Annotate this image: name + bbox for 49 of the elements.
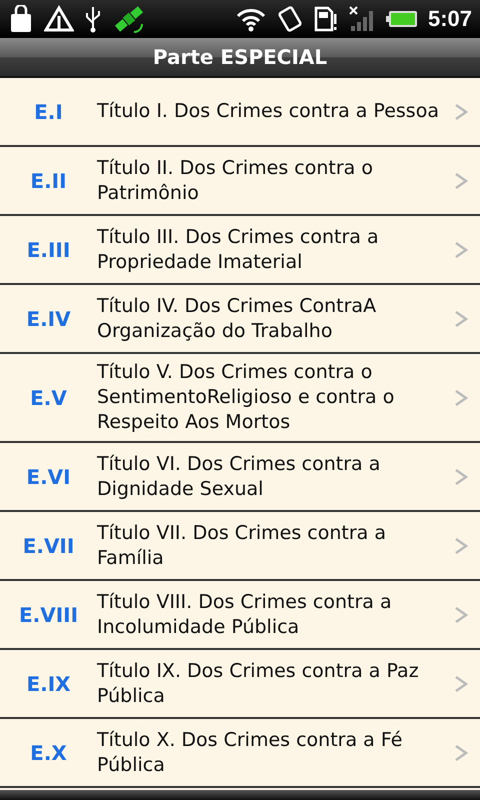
item-title: Título X. Dos Crimes contra a Fé Pública bbox=[97, 728, 404, 778]
clock-time: 5:07 bbox=[428, 6, 472, 32]
list-item[interactable]: E.VI Título VI. Dos Crimes contra a Dignidade Sexual bbox=[0, 443, 480, 512]
item-title: Título VIII. Dos Crimes contra a Incolumidade Pública bbox=[97, 590, 393, 640]
chevron-icon bbox=[454, 536, 468, 556]
list-item[interactable]: E.II Título II. Dos Crimes contra o Patrimônio bbox=[0, 147, 480, 216]
item-title: Título IV. Dos Crimes ContraA Organização do Trabalho bbox=[97, 294, 378, 344]
sim-card-icon bbox=[314, 5, 338, 33]
chevron-icon bbox=[454, 388, 468, 408]
list-item[interactable]: E.III Título III. Dos Crimes contra a Propriedade Imaterial bbox=[0, 216, 480, 285]
list-item[interactable]: E.V Título V. Dos Crimes contra o SentimentoReligioso e contra o Respeito Aos Mortos bbox=[0, 354, 480, 443]
list-item[interactable]: E.X Título X. Dos Crimes contra a Fé Pública bbox=[0, 719, 480, 788]
item-code: E.VI bbox=[25, 464, 72, 488]
chevron-icon bbox=[454, 308, 468, 328]
item-code: E.IX bbox=[25, 672, 72, 696]
no-signal-icon bbox=[348, 5, 376, 33]
wifi-icon bbox=[236, 6, 266, 32]
usb-icon bbox=[84, 5, 102, 33]
item-title: Título I. Dos Crimes contra a Pessoa bbox=[97, 99, 440, 124]
item-code: E.V bbox=[29, 386, 68, 410]
warning-icon bbox=[44, 5, 74, 33]
item-title: Título VI. Dos Crimes contra a Dignidade Sexual bbox=[97, 452, 382, 502]
item-title: Título II. Dos Crimes contra o Patrimônio bbox=[97, 156, 374, 206]
chevron-icon bbox=[454, 466, 468, 486]
item-title: Título IX. Dos Crimes contra a Paz Pública bbox=[97, 658, 420, 708]
chevron-icon bbox=[454, 102, 468, 122]
chevron-icon bbox=[454, 604, 468, 624]
list-item[interactable]: E.IX Título IX. Dos Crimes contra a Paz Pública bbox=[0, 650, 480, 719]
list-item[interactable]: E.I Título I. Dos Crimes contra a Pessoa bbox=[0, 78, 480, 147]
item-code: E.IV bbox=[25, 306, 72, 330]
item-code: E.VIII bbox=[18, 602, 80, 626]
chevron-icon bbox=[454, 742, 468, 762]
item-title: Título V. Dos Crimes contra o SentimentoReligioso e contra o Respeito Aos Mortos bbox=[97, 360, 396, 435]
item-code: E.X bbox=[29, 740, 68, 764]
item-code: E.II bbox=[29, 168, 68, 192]
screen-title: Parte ESPECIAL bbox=[152, 45, 328, 69]
item-title: Título III. Dos Crimes contra a Propriedade Imaterial bbox=[97, 224, 380, 274]
list-item[interactable]: E.VIII Título VIII. Dos Crimes contra a Incolumidade Pública bbox=[0, 581, 480, 650]
item-code: E.III bbox=[26, 238, 72, 262]
battery-icon bbox=[386, 10, 418, 28]
list-item[interactable]: E.VII Título VII. Dos Crimes contra a Família bbox=[0, 512, 480, 581]
chevron-icon bbox=[454, 240, 468, 260]
item-code: E.VII bbox=[22, 534, 76, 558]
rotate-icon bbox=[276, 5, 304, 33]
chevron-icon bbox=[454, 170, 468, 190]
chevron-icon bbox=[454, 674, 468, 694]
list-item[interactable]: E.IV Título IV. Dos Crimes ContraA Organização do Trabalho bbox=[0, 285, 480, 354]
item-title: Título VII. Dos Crimes contra a Família bbox=[97, 520, 387, 570]
item-code: E.I bbox=[33, 100, 64, 124]
